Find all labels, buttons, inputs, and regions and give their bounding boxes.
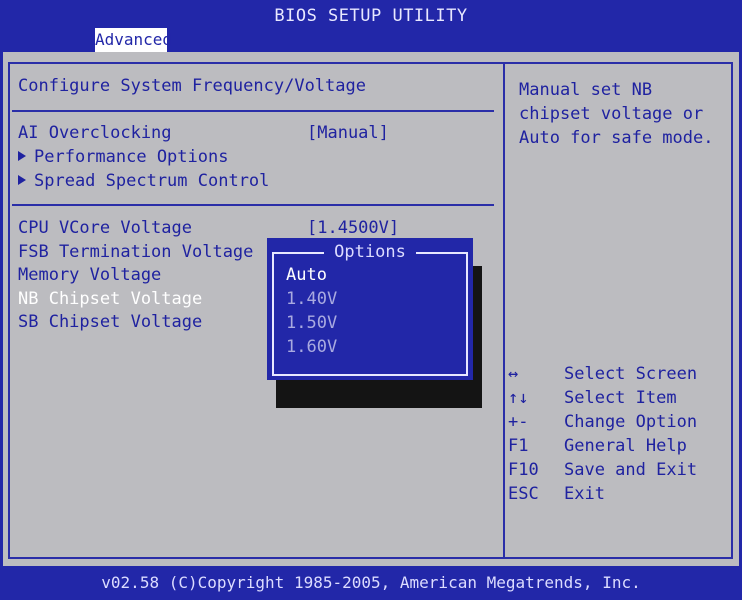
- key-row-select-screen: ↔ Select Screen: [508, 362, 697, 386]
- section-divider: [12, 110, 494, 112]
- option-auto[interactable]: Auto: [286, 264, 327, 286]
- key-row-exit: ESC Exit: [508, 482, 697, 506]
- key-action: Select Screen: [564, 364, 698, 384]
- options-popup[interactable]: Options Auto 1.40V 1.50V 1.60V: [267, 238, 473, 380]
- group-divider: [12, 204, 494, 206]
- help-divider: [503, 63, 505, 558]
- menu-item-memory-voltage[interactable]: Memory Voltage: [18, 265, 161, 285]
- menu-item-nb-chipset-voltage[interactable]: NB Chipset Voltage: [18, 289, 202, 309]
- submenu-arrow-icon: [18, 175, 26, 185]
- key-row-save-and-exit: F10 Save and Exit: [508, 458, 697, 482]
- key-action: Exit: [564, 484, 605, 504]
- key-action: Save and Exit: [564, 460, 698, 480]
- window-title: BIOS SETUP UTILITY: [274, 6, 468, 26]
- menu-item-sb-chipset-voltage[interactable]: SB Chipset Voltage: [18, 312, 202, 332]
- key-row-change-option: +- Change Option: [508, 410, 697, 434]
- key-label: ↑↓: [508, 388, 529, 408]
- menu-item-fsb-termination-voltage[interactable]: FSB Termination Voltage: [18, 242, 253, 262]
- key-label: ESC: [508, 484, 539, 504]
- ai-overclocking-value[interactable]: [Manual]: [307, 123, 389, 143]
- key-label: F10: [508, 460, 539, 480]
- key-action: Select Item: [564, 388, 677, 408]
- key-action: General Help: [564, 436, 687, 456]
- help-text: Manual set NB chipset voltage or Auto fo…: [519, 80, 714, 148]
- menu-item-performance-options[interactable]: Performance Options: [18, 147, 228, 167]
- copyright-footer: v02.58 (C)Copyright 1985-2005, American …: [101, 573, 641, 592]
- key-action: Change Option: [564, 412, 698, 432]
- key-label: ↔: [508, 364, 519, 384]
- key-label: +-: [508, 412, 529, 432]
- menu-item-spread-spectrum-control[interactable]: Spread Spectrum Control: [18, 171, 269, 191]
- submenu-arrow-icon: [18, 151, 26, 161]
- section-title: Configure System Frequency/Voltage: [18, 76, 366, 96]
- key-label: F1: [508, 436, 529, 456]
- key-legend: ↔ Select Screen ↑↓ Select Item +- Change Op…: [508, 362, 697, 506]
- menu-item-cpu-vcore-voltage[interactable]: CPU VCore Voltage: [18, 218, 192, 238]
- popup-title-text: Options: [324, 242, 416, 262]
- cpu-vcore-voltage-value[interactable]: [1.4500V]: [307, 218, 399, 238]
- performance-options-label: Performance Options: [34, 147, 229, 167]
- option-1-40v[interactable]: 1.40V: [286, 288, 337, 310]
- option-1-50v[interactable]: 1.50V: [286, 312, 337, 334]
- popup-title: Options: [267, 241, 473, 263]
- spread-spectrum-control-label: Spread Spectrum Control: [34, 171, 270, 191]
- tab-advanced[interactable]: Advanced: [95, 28, 172, 52]
- option-1-60v[interactable]: 1.60V: [286, 336, 337, 358]
- key-row-general-help: F1 General Help: [508, 434, 697, 458]
- menu-item-ai-overclocking[interactable]: AI Overclocking: [18, 123, 172, 143]
- key-row-select-item: ↑↓ Select Item: [508, 386, 697, 410]
